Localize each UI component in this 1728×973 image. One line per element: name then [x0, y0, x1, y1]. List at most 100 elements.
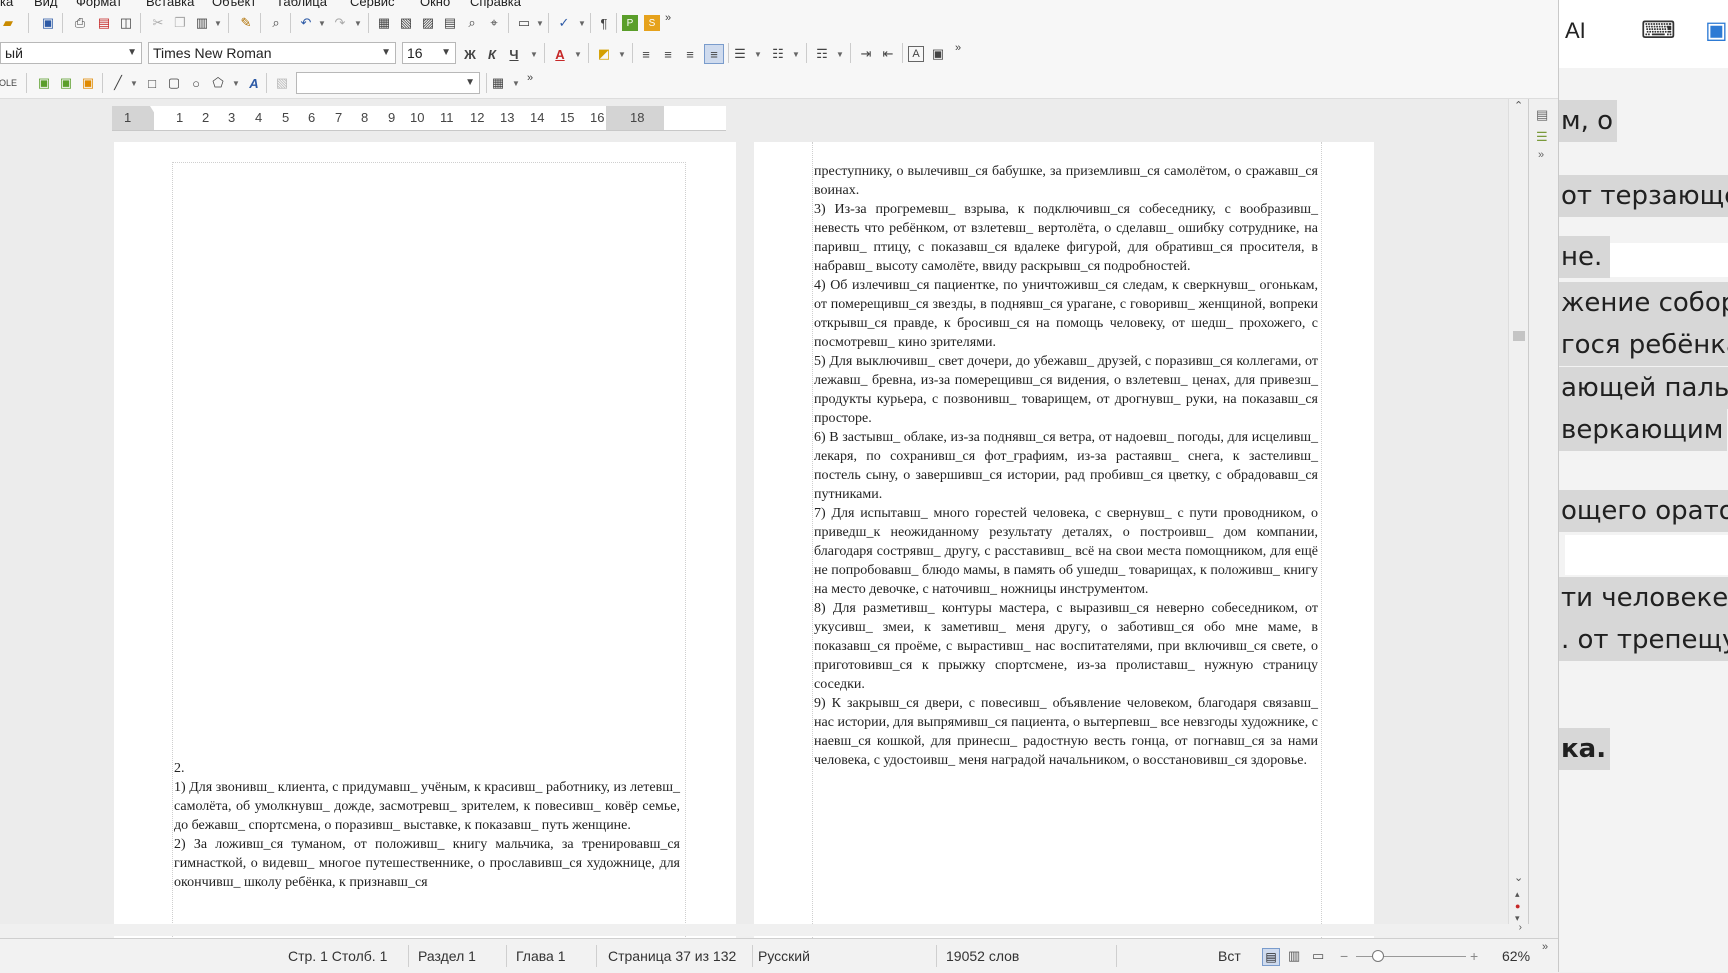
line-icon[interactable]: ╱: [110, 75, 126, 91]
right-page-text[interactable]: преступнику, о вылечивш_ся бабушке, за п…: [814, 162, 1318, 770]
chevron-down-icon[interactable]: ▼: [228, 75, 244, 91]
chevron-down-icon[interactable]: ▼: [126, 75, 142, 91]
zoom-in-button[interactable]: +: [1470, 948, 1478, 964]
insert-comment-icon[interactable]: ▣: [58, 75, 74, 91]
chapter-indicator[interactable]: Глава 1: [516, 948, 566, 964]
clone-formatting-icon[interactable]: ✎: [238, 15, 254, 31]
chevron-down-icon[interactable]: ▼: [210, 15, 226, 31]
align-left-icon[interactable]: ≡: [638, 46, 654, 62]
chevron-down-icon[interactable]: ▼: [314, 15, 330, 31]
menu-tools[interactable]: Сервис: [350, 0, 395, 8]
language-indicator[interactable]: Русский: [758, 948, 810, 964]
first-line-indent-marker[interactable]: [150, 106, 160, 114]
chevron-down-icon[interactable]: ▼: [526, 46, 542, 62]
menu-table[interactable]: Таблица: [276, 0, 327, 8]
menu-view[interactable]: Вид: [34, 0, 58, 8]
scrollbar-thumb[interactable]: [1513, 331, 1525, 341]
horizontal-ruler[interactable]: 1 1 1 2 3 4 5 6 7 8 9 10 11 12 13 14 15 …: [112, 106, 726, 131]
insert-textbox-icon[interactable]: ▤: [442, 15, 458, 31]
chevron-down-icon[interactable]: ▼: [614, 46, 630, 62]
horizontal-scrollbar[interactable]: ›: [0, 922, 1528, 936]
justify-icon[interactable]: ≡: [704, 44, 724, 64]
multi-page-view-icon[interactable]: ▥: [1288, 948, 1300, 964]
align-right-icon[interactable]: ≡: [682, 46, 698, 62]
insert-image-icon[interactable]: ▧: [398, 15, 414, 31]
chevron-down-icon[interactable]: ▼: [570, 46, 586, 62]
left-page-text[interactable]: 2. 1) Для звонивш_ клиента, с придумавш_…: [174, 759, 680, 892]
menu-help[interactable]: Справка: [470, 0, 521, 8]
section-indicator[interactable]: Раздел 1: [418, 948, 476, 964]
menu-insert[interactable]: Вставка: [146, 0, 194, 8]
outline-list-icon[interactable]: ☶: [814, 46, 830, 62]
bullet-list-icon[interactable]: ☰: [732, 46, 748, 62]
menu-edit[interactable]: ка: [0, 0, 13, 8]
font-size-dropdown[interactable]: 16 ▼: [402, 42, 456, 64]
extension-s-icon[interactable]: S: [644, 15, 660, 31]
zoom-icon[interactable]: ⌕: [464, 15, 480, 31]
scroll-down-icon[interactable]: ⌄: [1514, 871, 1523, 884]
insert-textframe-icon[interactable]: А: [908, 46, 924, 62]
highlight-icon[interactable]: ◩: [596, 46, 612, 62]
insert-field-icon[interactable]: ▭: [516, 15, 532, 31]
print-preview-icon[interactable]: ◫: [118, 15, 134, 31]
align-center-icon[interactable]: ≡: [660, 46, 676, 62]
menu-window[interactable]: Окно: [420, 0, 450, 8]
book-view-icon[interactable]: ▭: [1312, 948, 1324, 964]
cut-icon[interactable]: ✂: [150, 15, 166, 31]
more-icon[interactable]: »: [660, 10, 676, 26]
paragraph-dialog-icon[interactable]: ▣: [930, 46, 946, 62]
app-icon[interactable]: ▣: [1705, 16, 1728, 45]
image-properties-icon[interactable]: ▧: [274, 75, 290, 91]
ai-button[interactable]: AI: [1565, 18, 1586, 44]
more-icon[interactable]: »: [1542, 941, 1548, 953]
insert-table-icon[interactable]: ▦: [376, 15, 392, 31]
bold-button[interactable]: Ж: [462, 46, 478, 62]
italic-button[interactable]: К: [484, 46, 500, 62]
print-icon[interactable]: ⎙: [72, 15, 88, 31]
save-icon[interactable]: ▣: [40, 15, 56, 31]
navigator-icon[interactable]: ⌖: [486, 15, 502, 31]
extension-p-icon[interactable]: P: [622, 15, 638, 31]
previous-page-icon[interactable]: ▴: [1515, 889, 1520, 900]
rounded-rectangle-icon[interactable]: ▢: [166, 75, 182, 91]
menu-format[interactable]: Формат: [76, 0, 122, 8]
styles-icon[interactable]: ☰: [1536, 129, 1548, 145]
object-name-dropdown[interactable]: ▼: [296, 72, 480, 94]
zoom-level[interactable]: 62%: [1502, 948, 1530, 964]
vertical-scrollbar[interactable]: ⌃ ⌄ ▴ ● ▾: [1508, 99, 1529, 924]
font-name-dropdown[interactable]: Times New Roman ▼: [148, 42, 396, 64]
paragraph-style-dropdown[interactable]: ый ▼: [0, 42, 142, 64]
chevron-down-icon[interactable]: ▼: [788, 46, 804, 62]
insert-footnote-icon[interactable]: ▣: [80, 75, 96, 91]
formatting-marks-icon[interactable]: ¶: [596, 15, 612, 31]
spellcheck-icon[interactable]: ✓: [556, 15, 572, 31]
fontwork-icon[interactable]: А: [246, 75, 262, 91]
basic-shapes-icon[interactable]: ⬠: [210, 75, 226, 91]
rectangle-icon[interactable]: □: [144, 75, 160, 91]
chevron-down-icon[interactable]: ▼: [750, 46, 766, 62]
ole-object-icon[interactable]: OLE: [0, 75, 17, 91]
scroll-up-icon[interactable]: ⌃: [1514, 99, 1523, 112]
export-pdf-icon[interactable]: ▤: [96, 15, 112, 31]
numbered-list-icon[interactable]: ☷: [770, 46, 786, 62]
word-count[interactable]: 19052 слов: [946, 948, 1019, 964]
more-icon[interactable]: »: [1538, 149, 1544, 161]
borders-icon[interactable]: ▦: [490, 75, 506, 91]
chevron-down-icon[interactable]: ▼: [832, 46, 848, 62]
chat-icon[interactable]: ⌨: [1641, 16, 1676, 45]
more-icon[interactable]: »: [950, 40, 966, 56]
font-color-button[interactable]: А: [552, 46, 568, 62]
insert-text-icon[interactable]: ▣: [36, 75, 52, 91]
chevron-down-icon[interactable]: ▼: [350, 15, 366, 31]
undo-icon[interactable]: ↶: [298, 15, 314, 31]
chevron-down-icon[interactable]: ▼: [532, 15, 548, 31]
copy-icon[interactable]: ❐: [172, 15, 188, 31]
navigation-icon[interactable]: ●: [1515, 901, 1520, 911]
properties-icon[interactable]: ▤: [1536, 107, 1548, 123]
insert-mode[interactable]: Вст: [1218, 948, 1241, 964]
underline-button[interactable]: Ч: [506, 46, 522, 62]
cursor-position[interactable]: Стр. 1 Столб. 1: [288, 948, 387, 964]
scroll-right-icon[interactable]: ›: [1519, 922, 1522, 933]
insert-chart-icon[interactable]: ▨: [420, 15, 436, 31]
zoom-slider-thumb[interactable]: [1372, 950, 1384, 962]
